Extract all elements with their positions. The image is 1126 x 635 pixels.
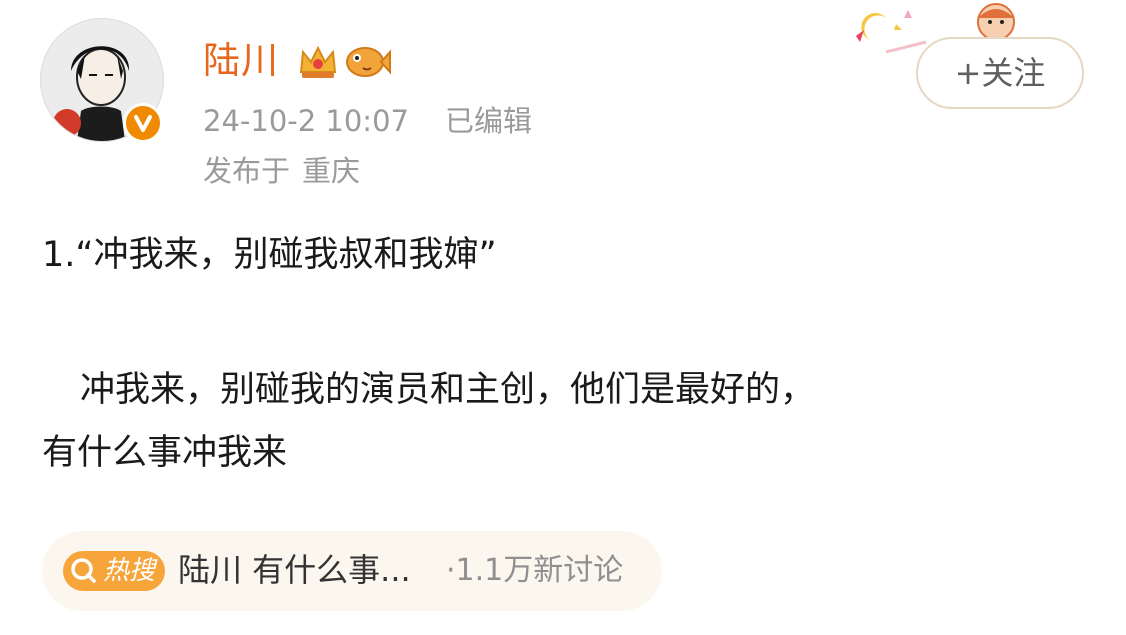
location-city: 重庆 — [302, 154, 361, 188]
timestamp: 24-10-2 10:07 — [203, 104, 409, 138]
post-body-line: 有什么事冲我来 — [42, 433, 288, 473]
post-body-line: 冲我来，别碰我的演员和主创，他们是最好的， — [80, 370, 816, 410]
fish-icon — [343, 42, 391, 86]
post-meta-location: 发布于 重庆 — [203, 151, 360, 191]
edited-label[interactable]: 已编辑 — [445, 104, 532, 138]
crown-icon — [297, 42, 339, 86]
follow-button[interactable]: +关注 — [916, 37, 1084, 109]
post-body-line: 1.“冲我来，别碰我叔和我婶” — [42, 235, 497, 275]
hot-search-count: ·1.1万新讨论 — [446, 553, 624, 588]
post-meta-time: 24-10-2 10:07 已编辑 — [203, 101, 532, 141]
username[interactable]: 陆川 — [203, 36, 279, 86]
location-prefix: 发布于 — [203, 154, 291, 188]
hot-search-topic[interactable]: 陆川 有什么事... — [178, 548, 411, 592]
search-icon — [68, 553, 98, 599]
hot-search-label: 热搜 — [103, 556, 156, 586]
verified-badge-icon — [123, 103, 163, 143]
weibo-post: 陆川 24-10-2 10:07 已编辑 发布于 重庆 +关注 1.“冲我来，别… — [0, 0, 1126, 635]
